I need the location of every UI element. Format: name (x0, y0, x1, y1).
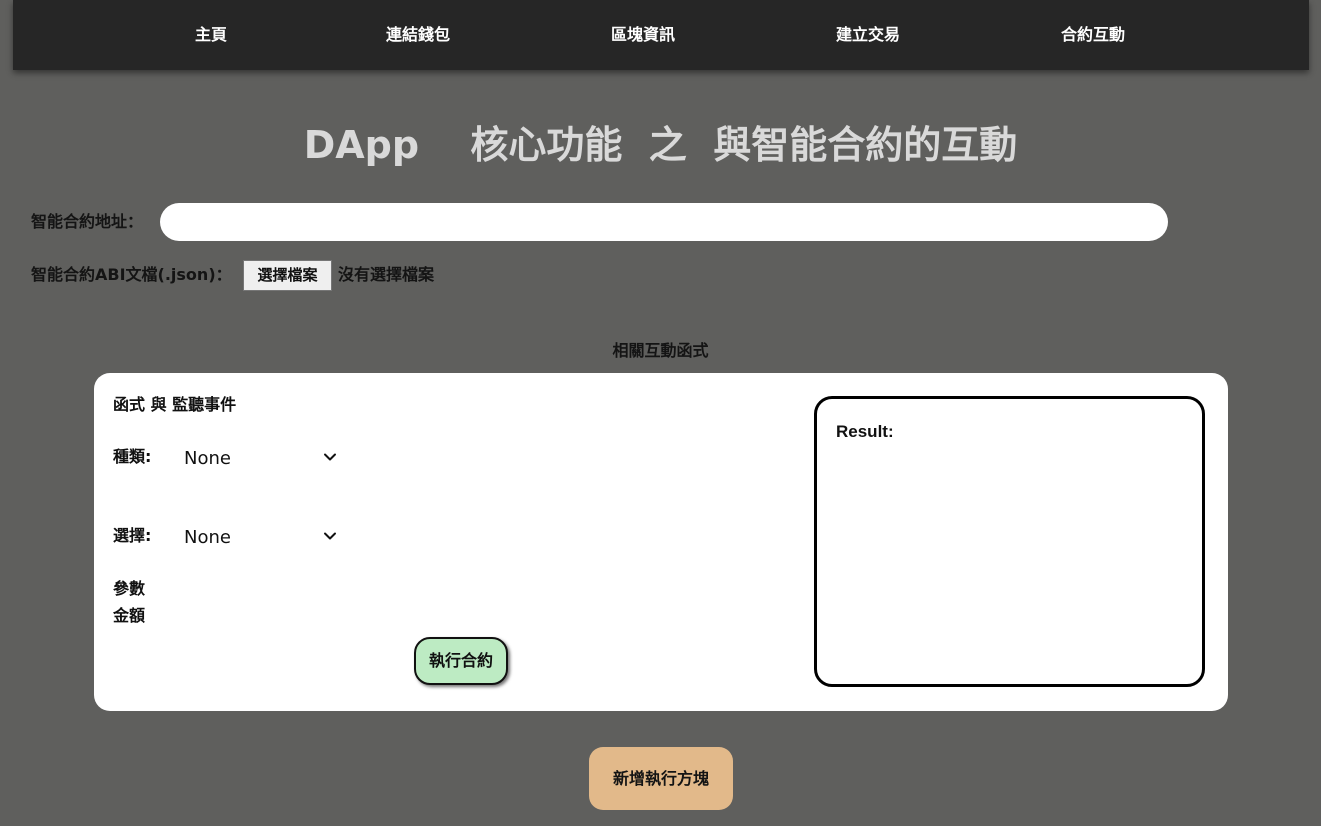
section-heading: 相關互動函式 (612, 341, 709, 360)
file-status-text: 沒有選擇檔案 (338, 265, 435, 284)
page-title: DApp 核心功能 之 與智能合約的互動 (303, 123, 1018, 167)
nav-item-home[interactable]: 主頁 (141, 23, 281, 47)
params-label: 參數 (113, 579, 146, 598)
execute-contract-button[interactable]: 執行合約 (414, 637, 508, 685)
nav-item-create-transaction[interactable]: 建立交易 (798, 23, 938, 47)
nav-item-connect-wallet[interactable]: 連結錢包 (348, 23, 488, 47)
choice-select[interactable]: None (178, 524, 338, 552)
type-select[interactable]: None (178, 445, 338, 473)
function-block-card: 函式 與 監聽事件 種類: None 選擇: None 參數 金額 執行合約 R… (94, 373, 1228, 711)
choice-label: 選擇: (113, 526, 152, 545)
contract-address-input[interactable] (160, 203, 1168, 241)
nav-item-block-info[interactable]: 區塊資訊 (573, 23, 713, 47)
choice-select-value: None (184, 527, 231, 548)
contract-address-label: 智能合約地址： (31, 212, 144, 231)
result-panel: Result: (814, 396, 1205, 687)
type-label: 種類: (113, 447, 152, 466)
add-execution-block-button[interactable]: 新增執行方塊 (589, 747, 733, 810)
choose-file-button[interactable]: 選擇檔案 (243, 260, 332, 291)
chevron-down-icon (324, 532, 336, 540)
amount-label: 金額 (113, 606, 146, 625)
nav-item-contract-interaction[interactable]: 合約互動 (1023, 23, 1163, 47)
top-navbar: 主頁 連結錢包 區塊資訊 建立交易 合約互動 (13, 0, 1309, 70)
abi-file-label: 智能合約ABI文檔(.json)： (31, 265, 232, 284)
function-block-title: 函式 與 監聽事件 (113, 395, 237, 414)
type-select-value: None (184, 448, 231, 469)
chevron-down-icon (324, 453, 336, 461)
result-label: Result: (836, 422, 894, 441)
